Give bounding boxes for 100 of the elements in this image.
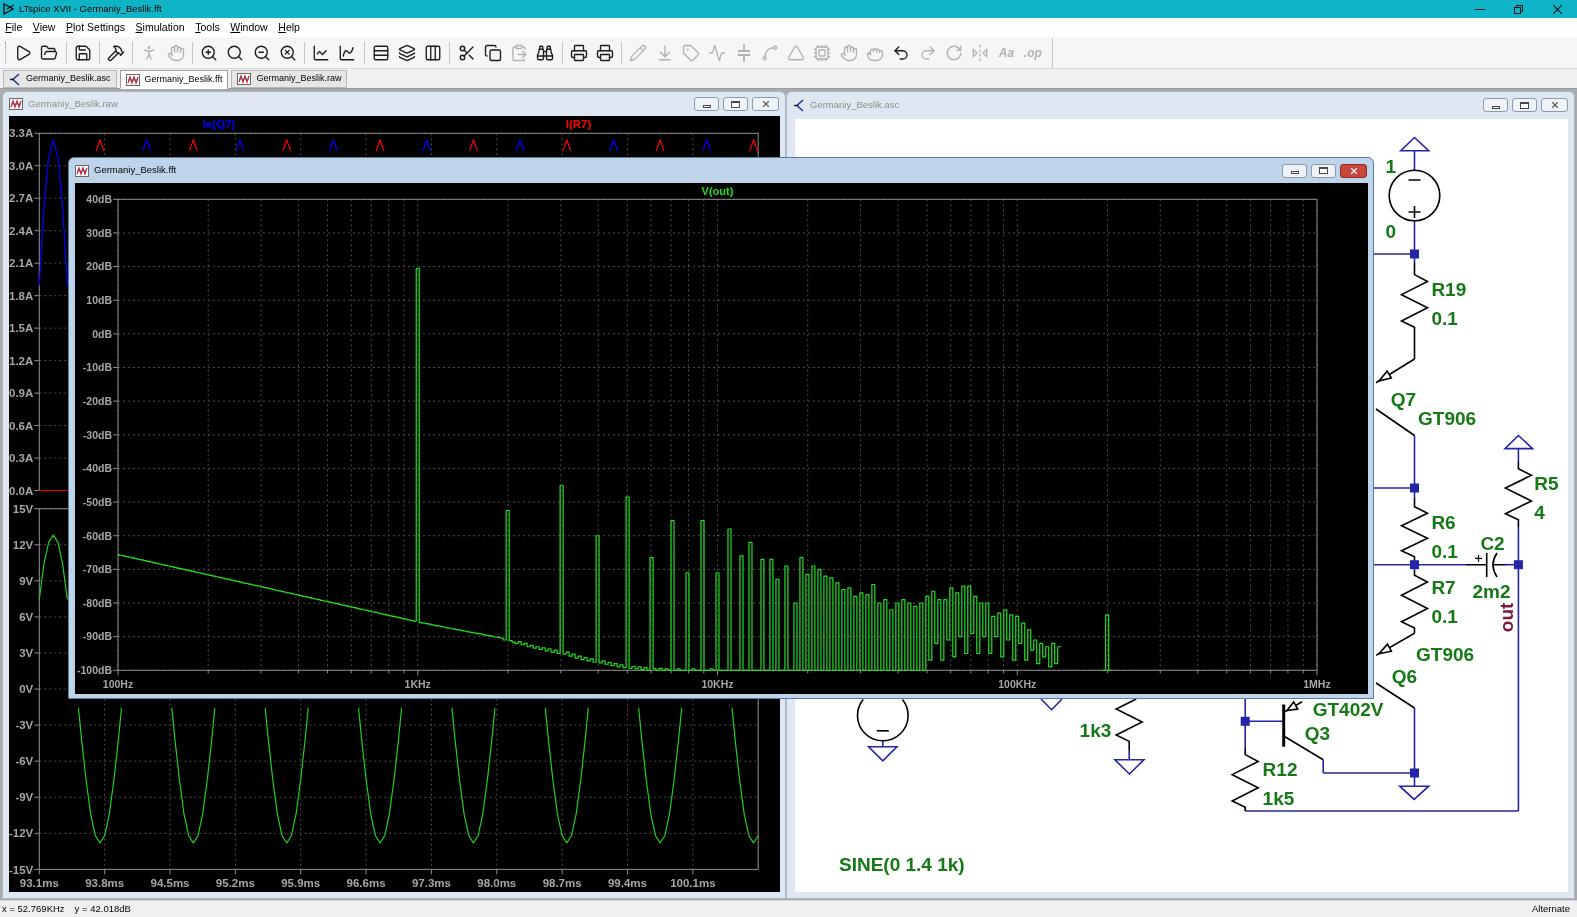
waveform-icon xyxy=(237,73,252,85)
axis-tick-label: 0.0A xyxy=(9,484,34,497)
binoculars-icon xyxy=(536,43,555,62)
menu-item[interactable]: Tools xyxy=(189,18,226,37)
axis-tick-label: 2.1A xyxy=(9,257,34,270)
axis-tick-label: 3.3A xyxy=(9,127,34,140)
menu-item[interactable]: File xyxy=(0,18,28,37)
junction-icon xyxy=(1240,716,1250,726)
component-label: R12 xyxy=(1262,758,1298,780)
axis-tick-label: -15V xyxy=(9,863,34,876)
axis-tick-label: 1.8A xyxy=(9,289,34,302)
window-title: Germaniy_Beslik.raw xyxy=(28,96,118,111)
component-label: Q3 xyxy=(1304,723,1331,745)
waveform-icon xyxy=(75,164,89,177)
axis-tick-label: -60dB xyxy=(82,529,112,542)
menu-item[interactable]: Plot Settings xyxy=(60,18,131,37)
menu-item[interactable]: Simulation xyxy=(130,18,190,37)
document-tab[interactable]: Germaniy_Beslik.raw xyxy=(231,70,348,88)
status-text: x = 52.769KHz xyxy=(2,901,65,916)
component-label: 0.1 xyxy=(1431,307,1458,329)
close-button[interactable] xyxy=(1340,163,1367,178)
component-label: R5 xyxy=(1534,472,1559,494)
axis-tick-label: -50dB xyxy=(82,495,112,508)
close-button[interactable] xyxy=(752,97,779,111)
close-icon xyxy=(1549,100,1560,110)
axis-tick-label: -100dB xyxy=(77,664,112,677)
axis-tick-label: 100KHz xyxy=(998,678,1037,690)
axis-tick-label: 94.5ms xyxy=(150,877,190,889)
play-icon xyxy=(14,43,33,62)
printer-icon xyxy=(596,43,615,62)
power-flag-icon xyxy=(1503,434,1535,450)
trace-label: V(out) xyxy=(701,185,734,197)
window-title: LTspice XVII - Germaniy_Beslik.fft xyxy=(19,1,162,16)
junction-icon xyxy=(1410,560,1419,570)
folder-icon xyxy=(40,43,59,62)
rotate-icon xyxy=(944,43,963,62)
resistor-icon xyxy=(1399,261,1430,360)
curve-chart-icon xyxy=(338,43,357,62)
close-button[interactable] xyxy=(1541,98,1568,112)
clipboard-icon xyxy=(510,43,529,62)
menu-item[interactable]: Help xyxy=(273,18,306,37)
junction-icon xyxy=(1513,560,1523,570)
line-chart-icon xyxy=(312,43,331,62)
status-text: y = 42.018dB xyxy=(74,901,131,916)
component-label: SINE(0 1.4 1k) xyxy=(839,853,965,875)
axis-tick-label: 93.1ms xyxy=(19,877,59,889)
resistor-icon xyxy=(1503,461,1534,528)
pencil-icon xyxy=(629,43,648,62)
axis-tick-label: 1.2A xyxy=(9,354,34,367)
capacitor-icon xyxy=(1465,552,1506,578)
axis-tick-label: 0dB xyxy=(92,327,112,340)
axis-tick-label: -3V xyxy=(15,719,34,732)
document-tab[interactable]: Germaniy_Beslik.fft xyxy=(119,70,229,89)
component-label: 0.1 xyxy=(1431,540,1458,562)
component-label: 1k5 xyxy=(1262,787,1295,809)
minimize-icon xyxy=(702,104,711,108)
document-tab[interactable]: Germaniy_Beslik.asc xyxy=(3,70,117,88)
minimize-button[interactable] xyxy=(1483,98,1508,112)
axis-tick-label: 3.0A xyxy=(9,159,34,172)
axis-tick-label: 97.3ms xyxy=(411,877,451,889)
hand-icon xyxy=(166,43,185,62)
minimize-button[interactable] xyxy=(1282,163,1307,178)
restore-icon xyxy=(1319,167,1328,174)
tag-icon xyxy=(681,43,700,62)
component-label: R19 xyxy=(1431,278,1467,300)
axis-tick-label: -40dB xyxy=(82,462,112,475)
axis-tick-label: 1KHz xyxy=(404,678,431,690)
component-label: GT906 xyxy=(1418,408,1477,429)
component-label: GT906 xyxy=(1416,644,1475,666)
axis-tick-label: 3V xyxy=(19,647,34,660)
triangle-icon xyxy=(787,43,806,62)
ground-icon xyxy=(1040,698,1063,711)
app-logo-icon xyxy=(3,3,15,15)
resistor-icon xyxy=(1399,569,1430,634)
close-icon xyxy=(1552,4,1562,14)
axis-tick-label: -10dB xyxy=(82,361,112,374)
minimize-button[interactable] xyxy=(694,97,719,111)
axis-tick-label: 0.3A xyxy=(9,452,34,465)
component-label: GT402V xyxy=(1312,699,1384,720)
restore-button[interactable] xyxy=(723,97,748,111)
wire xyxy=(882,739,884,748)
axis-tick-label: 100.1ms xyxy=(670,877,716,889)
axis-tick-label: -80dB xyxy=(82,596,112,609)
menu-item[interactable]: View xyxy=(27,18,61,37)
minimize-icon xyxy=(1290,171,1299,174)
axis-tick-label: 98.7ms xyxy=(542,877,582,889)
resistor-icon xyxy=(1399,497,1430,561)
restore-button[interactable] xyxy=(1311,163,1336,178)
axis-tick-label: 96.6ms xyxy=(346,877,386,889)
restore-icon xyxy=(1513,4,1523,14)
net-label: out xyxy=(1496,602,1518,633)
menu-item[interactable]: Window xyxy=(225,18,273,37)
restore-button[interactable] xyxy=(1512,98,1537,112)
zigzag-icon xyxy=(708,43,727,62)
component-label: C2 xyxy=(1480,532,1505,554)
hammer-icon xyxy=(107,43,126,62)
axis-tick-label: 95.2ms xyxy=(215,877,255,889)
component-label: 1k3 xyxy=(1079,720,1112,741)
junction-icon xyxy=(1410,249,1419,259)
scissors-icon xyxy=(457,43,476,62)
